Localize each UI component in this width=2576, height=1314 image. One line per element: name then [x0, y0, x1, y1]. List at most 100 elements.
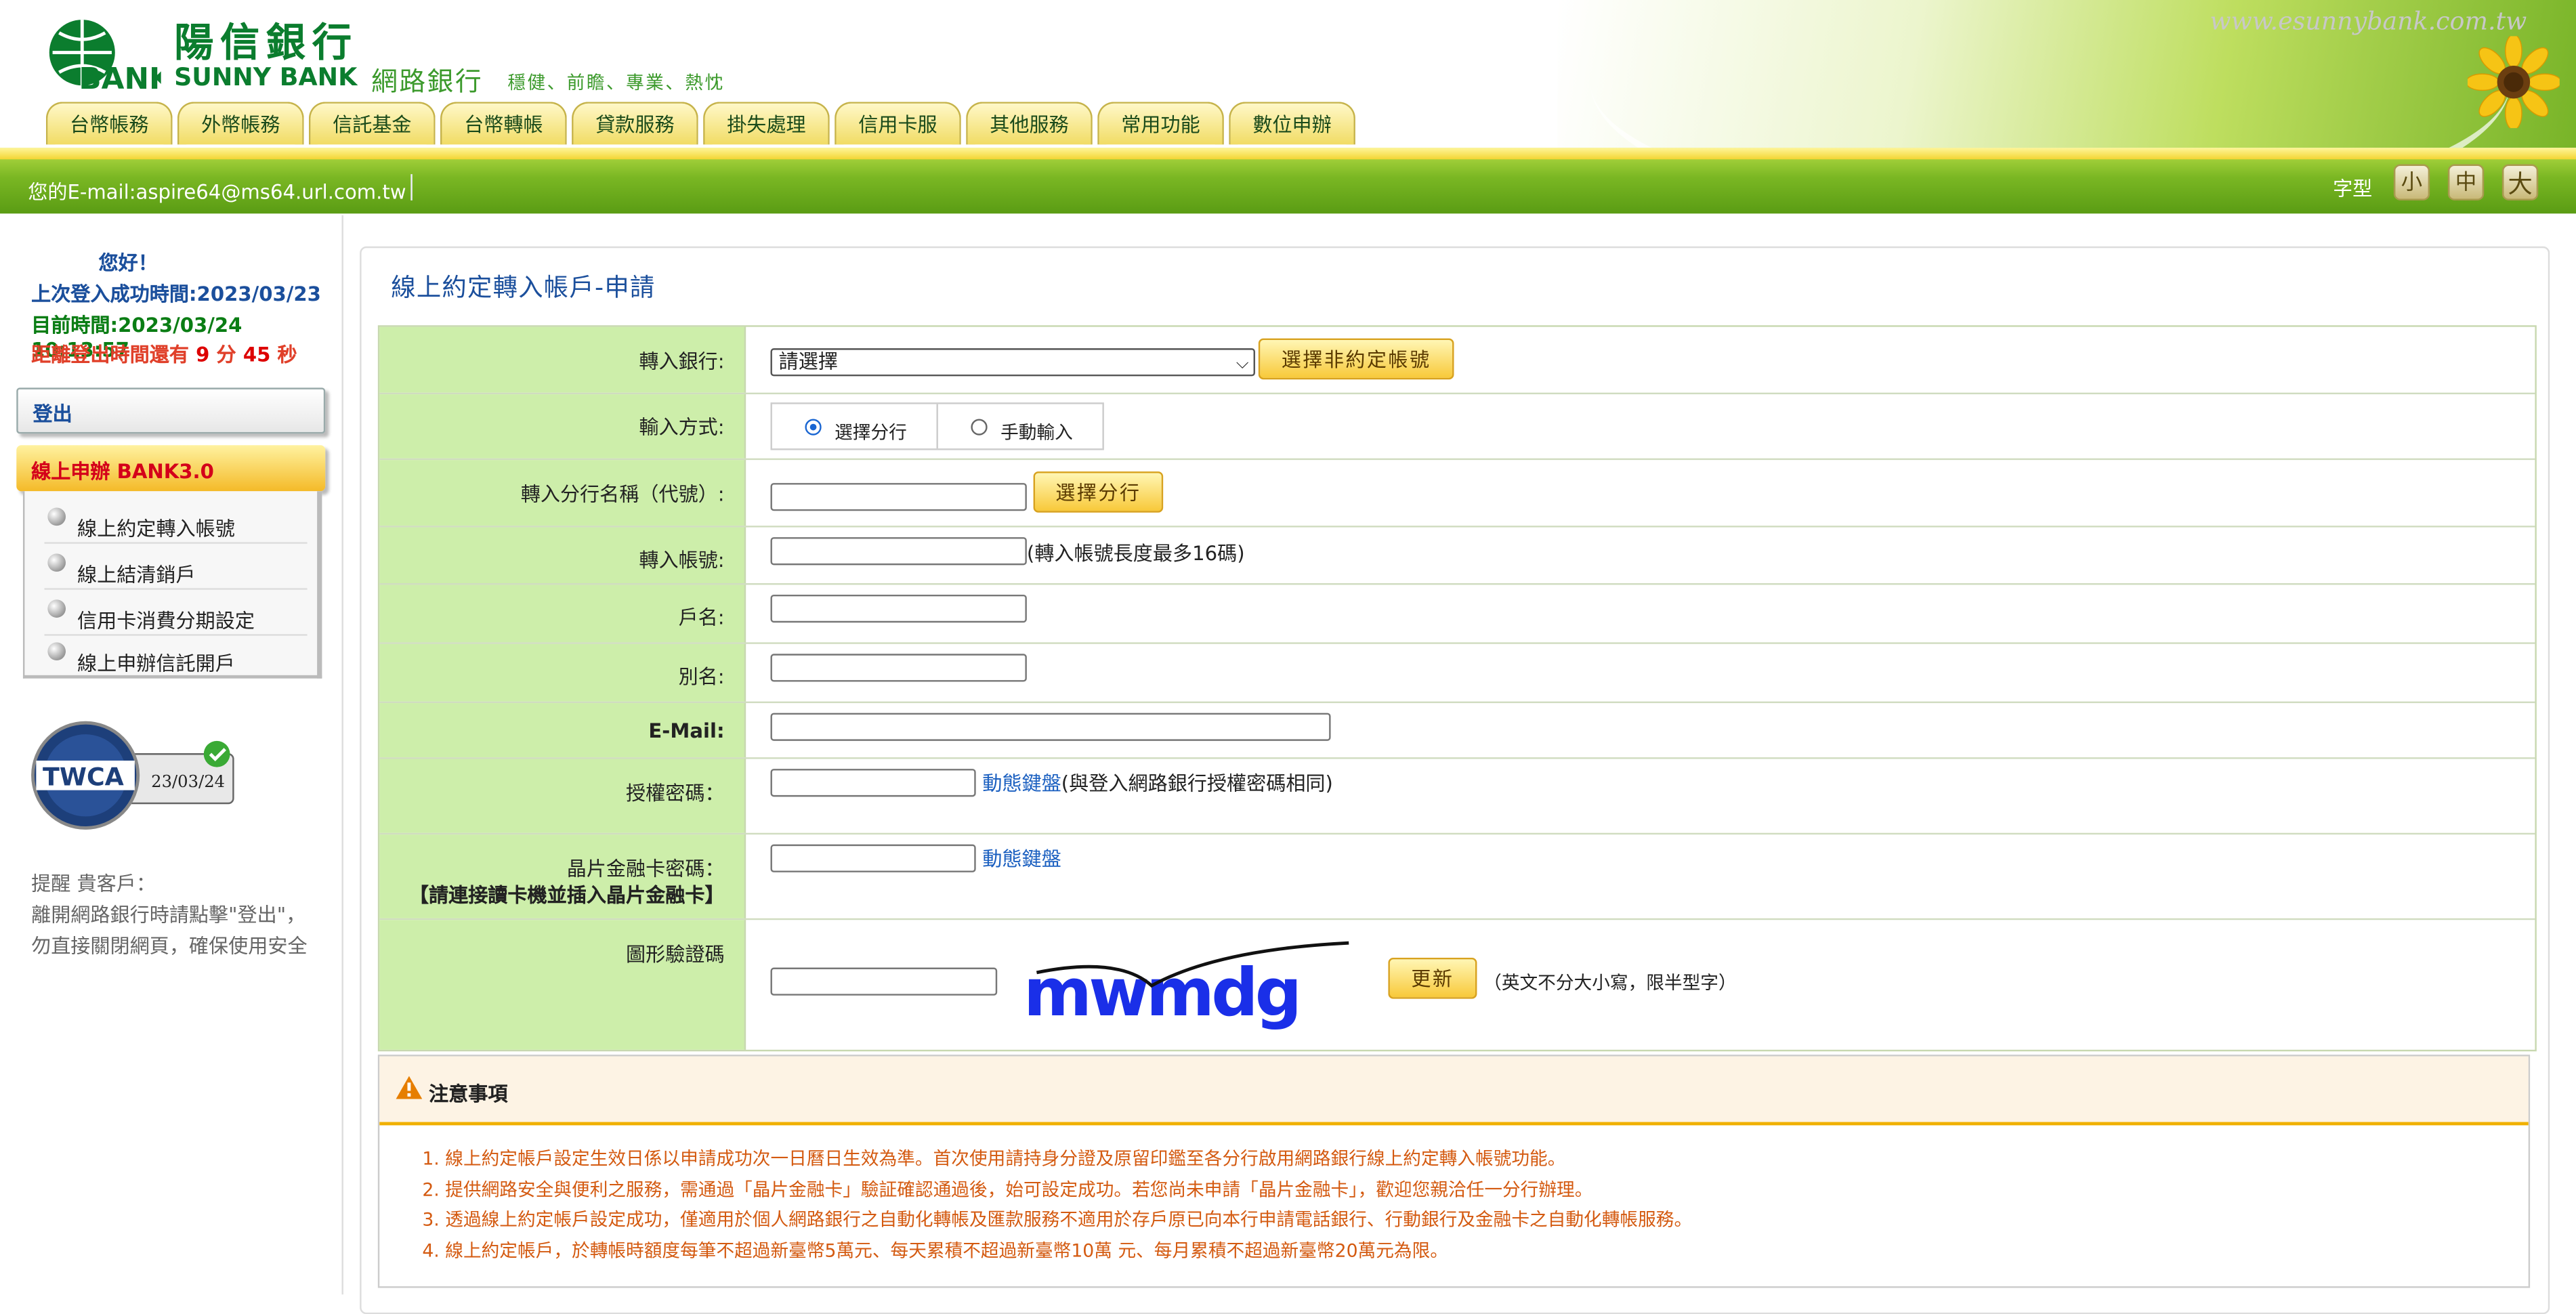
form-row-input-method: 輸入方式: 選擇分行 手動輸入 [379, 394, 2535, 461]
font-medium-button[interactable]: 中 [2447, 164, 2485, 200]
bank-logo-icon: BANK [49, 20, 161, 96]
form-label-cell: 轉入銀行: [379, 326, 746, 393]
logout-countdown: 距離登出時間還有 9 分 45 秒 [31, 340, 297, 368]
tab-other-services[interactable]: 其他服務 [966, 102, 1093, 145]
form-label-cell: 轉入帳號: [379, 527, 746, 584]
account-hint: (轉入帳號長度最多16碼) [1026, 542, 1245, 566]
tab-digital-counter[interactable]: 數位申辦櫃檯 [1229, 102, 1355, 145]
sunflower-icon [2467, 36, 2560, 129]
logout-min-unit: 分 [216, 343, 236, 366]
sidebar-item-label: 線上約定轉入帳號 [77, 517, 235, 541]
form-row-alias: 別名: [379, 643, 2535, 704]
font-large-button[interactable]: 大 [2501, 164, 2539, 200]
page: www.esunnybank.com.tw BANK 陽信銀行 SUNNY BA… [0, 0, 2576, 1314]
form-label-cell: 授權密碼： [379, 759, 746, 833]
sidebar-section-bank30[interactable]: 線上申辦 BANK3.0 [16, 445, 326, 492]
page-title: 線上約定轉入帳戶-申請 [391, 272, 656, 303]
radio-manual-input[interactable] [971, 419, 988, 436]
notice-item: 2. 提供網路安全與便利之服務，需通過「晶片金融卡」驗証確認通過後，始可設定成功… [422, 1179, 1593, 1200]
sidebar-subnav: 線上約定轉入帳號 線上結清銷戶 信用卡消費分期設定 線上申辦信託開戶 [22, 491, 322, 679]
form-value-cell: 選擇分行 手動輸入 [748, 394, 2535, 459]
form-value-cell: mwmdg 更新 （英文不分大小寫，限半型字） [748, 920, 2535, 1050]
user-bar: 您的E-mail:aspire64@ms64.url.com.tw 字型 小 中… [0, 148, 2576, 214]
auth-password-label: 授權密碼： [626, 782, 725, 805]
notice-title: 注意事項 [429, 1082, 508, 1106]
sidebar-item-close-account[interactable]: 線上結清銷戶 [44, 544, 308, 590]
bullet-icon [47, 599, 66, 618]
notice-item: 4. 線上約定帳戶，於轉帳時額度每筆不超過新臺幣5萬元、每天累積不超過新臺幣10… [422, 1239, 1448, 1261]
tab-foreign-accounts[interactable]: 外幣帳務 [177, 102, 304, 145]
form-label-cell: E-Mail: [379, 703, 746, 758]
branch-input[interactable] [770, 483, 1027, 511]
sidebar-item-card-installment[interactable]: 信用卡消費分期設定 [44, 590, 308, 636]
sidebar-item-designated-account[interactable]: 線上約定轉入帳號 [44, 498, 308, 544]
radio-select-branch[interactable] [805, 419, 822, 436]
form-row-bank: 轉入銀行: 請選擇 ⌵ 選擇非約定帳號 [379, 326, 2535, 395]
form-row-account: 轉入帳號: (轉入帳號長度最多16碼) [379, 527, 2535, 585]
twca-date: 23/03/24 [151, 773, 226, 792]
form-label-cell: 輸入方式: [379, 394, 746, 459]
notice-header: 注意事項 [379, 1056, 2529, 1126]
refresh-captcha-button[interactable]: 更新 [1388, 958, 1477, 999]
email-input[interactable] [770, 713, 1331, 741]
holder-name-input[interactable] [770, 594, 1027, 623]
notice-item: 1. 線上約定帳戶設定生效日係以申請成功次一日曆日生效為準。首次使用請持身分證及… [422, 1148, 1566, 1170]
sidebar-item-label: 線上結清銷戶 [77, 563, 196, 587]
bank-select[interactable]: 請選擇 ⌵ [770, 348, 1256, 377]
tab-loss-report[interactable]: 掛失處理 [703, 102, 830, 145]
sidebar-item-label: 線上申辦信託開戶 [77, 652, 235, 675]
tab-twd-accounts[interactable]: 台幣帳務 [45, 102, 173, 145]
header: www.esunnybank.com.tw BANK 陽信銀行 SUNNY BA… [0, 0, 2576, 148]
bank-name-cn: 陽信銀行 [174, 18, 358, 66]
last-login-time: 上次登入成功時間:2023/03/23 [31, 282, 321, 306]
account-input[interactable] [770, 537, 1027, 566]
divider [936, 404, 938, 449]
reminder-line: 勿直接關閉網頁，確保使用安全 [31, 935, 308, 958]
card-reader-note: 【請連接讀卡機並插入晶片金融卡】 [408, 883, 725, 907]
form-row-holder: 戶名: [379, 585, 2535, 644]
captcha-hint: （英文不分大小寫，限半型字） [1483, 972, 1737, 994]
site-url: www.esunnybank.com.tw [2210, 6, 2527, 37]
tab-loan-services[interactable]: 貸款服務 [572, 102, 698, 145]
bank-select-value: 請選擇 [778, 349, 838, 373]
captcha-label: 圖形驗證碼 [626, 943, 725, 967]
logout-button[interactable]: 登出 [16, 387, 326, 434]
dynamic-keyboard-link[interactable]: 動態鍵盤 [982, 845, 1061, 872]
main-nav-tabs: 台幣帳務 外幣帳務 信託基金 台幣轉帳 貸款服務 掛失處理 信用卡服務 其他服務… [45, 102, 1355, 145]
tab-common-functions[interactable]: 常用功能 [1097, 102, 1224, 145]
font-small-button[interactable]: 小 [2393, 164, 2430, 200]
form-label-cell: 圖形驗證碼 [379, 920, 746, 1050]
tab-credit-card[interactable]: 信用卡服務 [835, 102, 961, 145]
account-label: 轉入帳號: [639, 549, 725, 572]
alias-input[interactable] [770, 654, 1027, 682]
form-value-cell [748, 585, 2535, 642]
sidebar: 您好！ 上次登入成功時間:2023/03/23 目前時間:2023/03/24 … [0, 215, 343, 1295]
sidebar-item-trust-account[interactable]: 線上申辦信託開戶 [44, 633, 307, 677]
notice-box: 注意事項 1. 線上約定帳戶設定生效日係以申請成功次一日曆日生效為準。首次使用請… [377, 1055, 2531, 1288]
auth-password-input[interactable] [770, 769, 976, 797]
dynamic-keyboard-link[interactable]: 動態鍵盤 [982, 769, 1061, 797]
chip-password-input[interactable] [770, 844, 976, 872]
non-designated-account-button[interactable]: 選擇非約定帳號 [1258, 338, 1454, 380]
slogan: 穩健、前瞻、專業、熱忱 [507, 72, 725, 94]
select-branch-button[interactable]: 選擇分行 [1033, 471, 1164, 513]
bank-label: 轉入銀行: [639, 349, 725, 373]
form-value-cell [748, 703, 2535, 757]
logout-minutes: 9 [196, 343, 210, 366]
tab-trust-funds[interactable]: 信託基金 [308, 102, 436, 145]
chip-password-label: 晶片金融卡密碼： [566, 857, 725, 881]
yellow-stripe [0, 148, 2576, 160]
captcha-image: mwmdg [1023, 941, 1349, 1031]
chevron-down-icon: ⌵ [1236, 354, 1249, 373]
auth-password-hint: (與登入網路銀行授權密碼相同) [1061, 771, 1333, 795]
form-row-email: E-Mail: [379, 703, 2535, 759]
form-row-branch: 轉入分行名稱（代號）: 選擇分行 [379, 460, 2535, 528]
email-label: E-Mail: [648, 719, 725, 743]
logout-seconds: 45 [242, 343, 271, 366]
tab-twd-transfer[interactable]: 台幣轉帳 [440, 102, 567, 145]
form-label-cell: 轉入分行名稱（代號）: [379, 460, 746, 526]
captcha-input[interactable] [770, 967, 998, 996]
form-value-cell: 請選擇 ⌵ 選擇非約定帳號 [748, 327, 2535, 393]
designated-account-form: 轉入銀行: 請選擇 ⌵ 選擇非約定帳號 輸入方式: 選擇分行 手動輸入 轉入分行名… [377, 325, 2537, 1052]
form-label-cell: 晶片金融卡密碼： 【請連接讀卡機並插入晶片金融卡】 [379, 834, 746, 918]
